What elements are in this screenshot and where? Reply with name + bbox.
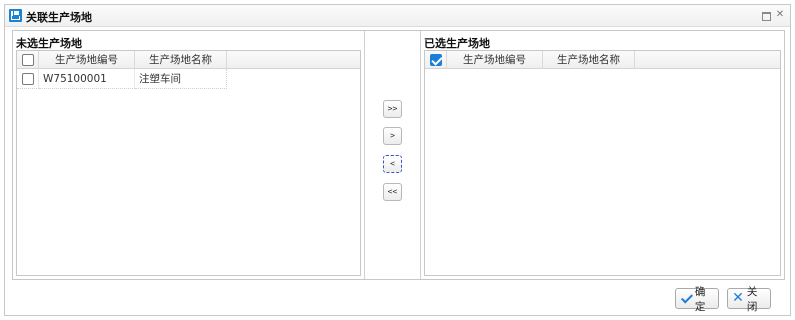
row-code: W75100001 — [39, 69, 135, 89]
move-left-button[interactable]: < — [383, 155, 402, 173]
confirm-button[interactable]: 确定 — [675, 286, 719, 313]
column-header-name[interactable]: 生产场地名称 — [135, 51, 227, 69]
column-header-code[interactable]: 生产场地编号 — [39, 51, 135, 69]
close-icon[interactable]: ✕ — [774, 9, 786, 21]
row-name: 注塑车间 — [135, 69, 227, 89]
grid-header: 生产场地编号 生产场地名称 — [17, 51, 360, 69]
unselected-panel: 未选生产场地 生产场地编号 生产场地名称 W75100001 注塑车间 — [13, 31, 365, 279]
dialog-body: 未选生产场地 生产场地编号 生产场地名称 W75100001 注塑车间 >> >… — [12, 30, 785, 280]
column-header-name[interactable]: 生产场地名称 — [543, 51, 635, 69]
check-icon — [680, 293, 692, 304]
confirm-button-label: 确定 — [694, 285, 706, 313]
maximize-icon[interactable] — [760, 9, 772, 21]
select-all-checkbox[interactable] — [430, 54, 442, 66]
table-row[interactable]: W75100001 注塑车间 — [17, 69, 360, 89]
move-buttons-panel: >> > < << — [365, 31, 421, 279]
grid-header: 生产场地编号 生产场地名称 — [425, 51, 780, 69]
close-button-label: 关闭 — [746, 285, 758, 313]
dialog-window: 关联生产场地 ✕ 未选生产场地 生产场地编号 生产场地名称 W75100001 … — [4, 4, 791, 316]
column-header-code[interactable]: 生产场地编号 — [447, 51, 543, 69]
move-right-button[interactable]: > — [383, 127, 402, 145]
selected-panel: 已选生产场地 生产场地编号 生产场地名称 — [421, 31, 784, 279]
move-all-left-button[interactable]: << — [383, 183, 402, 201]
close-button[interactable]: ✕ 关闭 — [727, 286, 771, 313]
unselected-grid: 生产场地编号 生产场地名称 W75100001 注塑车间 — [16, 50, 361, 276]
selected-grid: 生产场地编号 生产场地名称 — [424, 50, 781, 276]
close-icon: ✕ — [732, 290, 744, 306]
dialog-title: 关联生产场地 — [26, 11, 92, 24]
row-checkbox-cell — [17, 69, 39, 89]
header-checkbox-cell — [17, 51, 39, 69]
move-all-right-button[interactable]: >> — [383, 100, 402, 118]
save-icon — [9, 9, 22, 22]
selected-panel-title: 已选生产场地 — [424, 37, 490, 50]
select-all-checkbox[interactable] — [22, 54, 34, 66]
unselected-panel-title: 未选生产场地 — [16, 37, 82, 50]
row-checkbox[interactable] — [22, 73, 34, 85]
title-bar[interactable]: 关联生产场地 ✕ — [5, 5, 790, 27]
header-checkbox-cell — [425, 51, 447, 69]
